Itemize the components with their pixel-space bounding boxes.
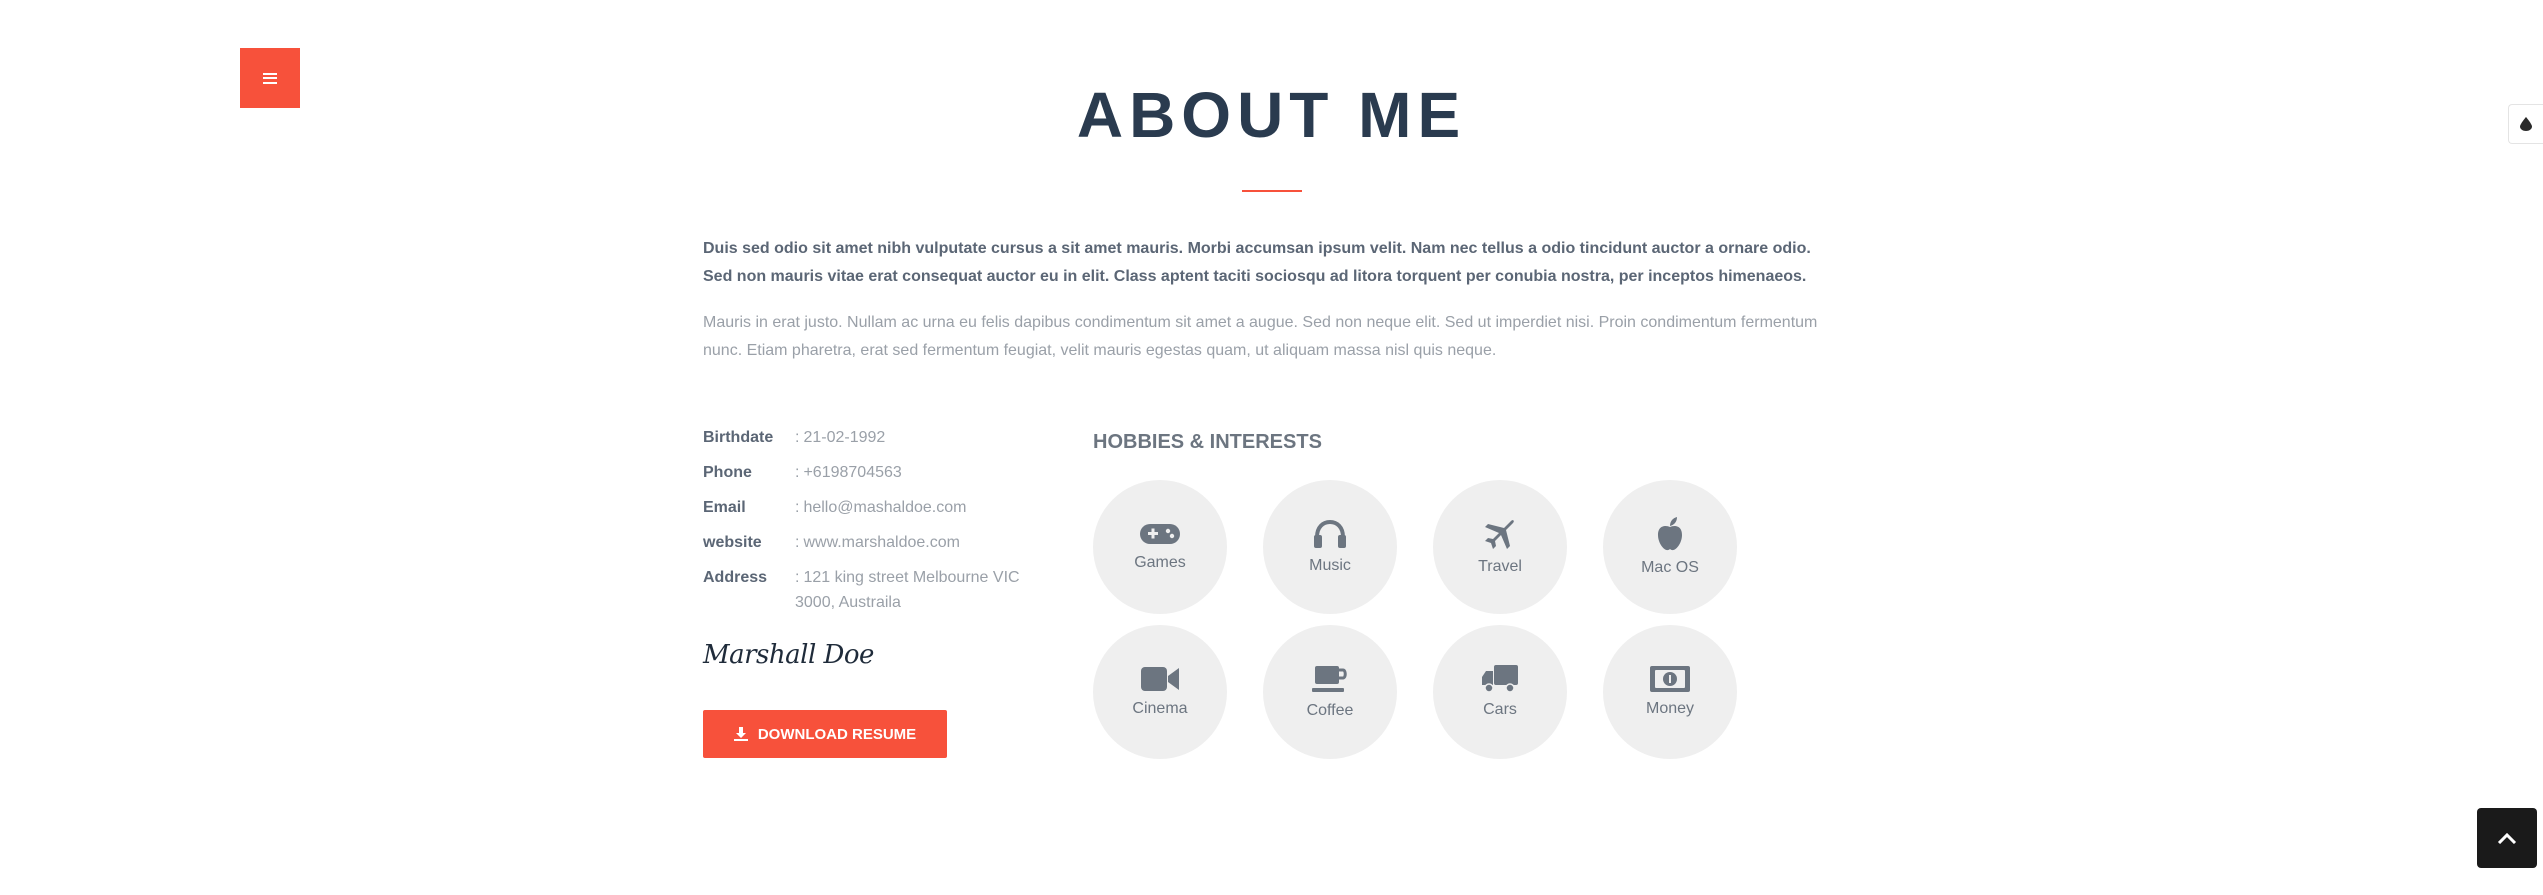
info-value: +6198704563 — [803, 464, 902, 481]
headphones-icon — [1314, 519, 1346, 548]
info-value: 121 king street Melbourne VIC 3000, Aust… — [795, 569, 1020, 611]
hobby-label: Cinema — [1132, 700, 1188, 717]
hobby-travel[interactable]: Travel — [1433, 480, 1567, 614]
video-camera-icon — [1141, 667, 1179, 691]
chevron-up-icon — [2497, 832, 2517, 844]
money-icon — [1650, 666, 1690, 692]
info-value: hello@mashaldoe.com — [803, 499, 967, 516]
hobbies-title: HOBBIES & INTERESTS — [1093, 431, 1322, 453]
hobby-label: Coffee — [1306, 702, 1354, 719]
info-value: www.marshaldoe.com — [803, 534, 960, 551]
hobby-coffee[interactable]: Coffee — [1263, 625, 1397, 759]
page-title: ABOUT ME — [1076, 79, 1467, 151]
hobby-money[interactable]: Money — [1603, 625, 1737, 759]
hobby-label: Mac OS — [1641, 559, 1699, 576]
title-divider — [1242, 190, 1302, 192]
download-icon — [733, 727, 748, 741]
info-row-website: website : www.marshaldoe.com — [703, 530, 1043, 555]
hobby-mac-os[interactable]: Mac OS — [1603, 480, 1737, 614]
info-label: Birthdate — [703, 429, 774, 446]
gamepad-icon — [1140, 524, 1180, 544]
coffee-icon — [1312, 666, 1347, 692]
info-label: Address — [703, 569, 768, 586]
info-label: Phone — [703, 464, 752, 481]
hobby-label: Music — [1309, 557, 1351, 574]
intro-paragraph-light: Mauris in erat justo. Nullam ac urna eu … — [703, 314, 1818, 359]
hobby-cars[interactable]: Cars — [1433, 625, 1567, 759]
download-resume-button[interactable]: DOWNLOAD RESUME — [703, 710, 947, 758]
hobby-label: Money — [1645, 700, 1695, 717]
signature: Marshall Doe — [703, 640, 874, 670]
apple-icon — [1658, 517, 1682, 551]
hobby-music[interactable]: Music — [1263, 480, 1397, 614]
hobby-label: Travel — [1478, 558, 1522, 575]
info-row-birthdate: Birthdate :21-02-1992 — [703, 425, 1043, 450]
plane-icon — [1485, 520, 1514, 549]
back-to-top-button[interactable] — [2477, 808, 2537, 868]
intro-paragraph-bold: Duis sed odio sit amet nibh vulputate cu… — [703, 240, 1811, 285]
hobby-cinema[interactable]: Cinema — [1093, 625, 1227, 759]
info-value: 21-02-1992 — [803, 429, 886, 446]
personal-info: Birthdate :21-02-1992 Phone : +6198704563… — [703, 425, 1043, 625]
truck-icon — [1482, 665, 1518, 693]
info-label: Email — [703, 499, 746, 516]
info-row-email: Email : hello@mashaldoe.com — [703, 495, 1043, 520]
about-me-page: ABOUT ME Duis sed odio sit amet nibh vul… — [0, 0, 2543, 895]
info-label: website — [703, 534, 762, 551]
hobby-games[interactable]: Games — [1093, 480, 1227, 614]
download-resume-label: DOWNLOAD RESUME — [757, 725, 917, 743]
hobby-label: Cars — [1483, 701, 1517, 718]
info-row-address: Address :121 king street Melbourne VIC 3… — [703, 565, 1043, 615]
hobby-label: Games — [1134, 554, 1186, 571]
info-row-phone: Phone : +6198704563 — [703, 460, 1043, 485]
